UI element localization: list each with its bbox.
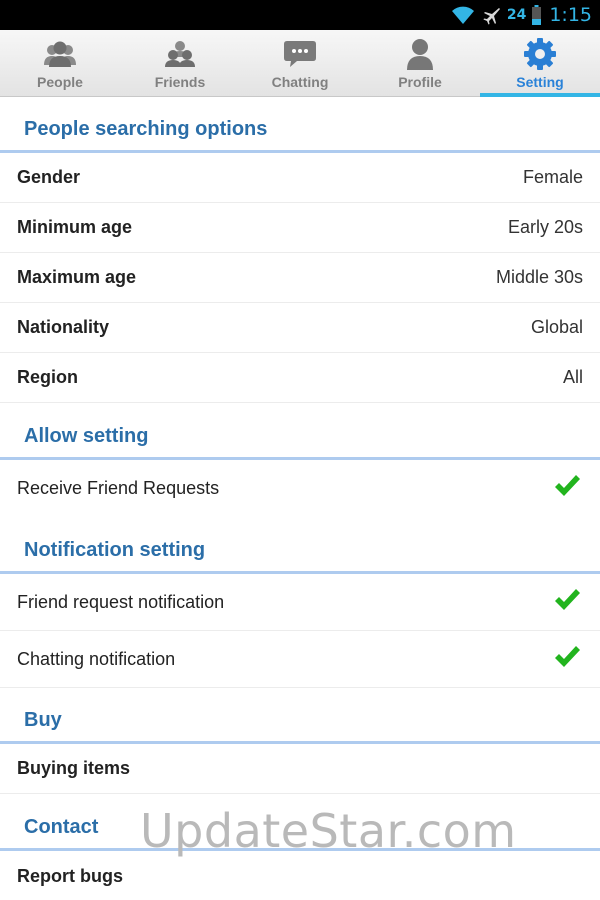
setting-label: Nationality bbox=[17, 317, 110, 337]
setting-label: Gender bbox=[17, 167, 81, 187]
clock: 1:15 bbox=[549, 4, 592, 26]
setting-row-buying-items[interactable]: Buying items bbox=[0, 744, 600, 794]
setting-row-friend-request-notification[interactable]: Friend request notification bbox=[0, 574, 600, 631]
tab-friends[interactable]: Friends bbox=[120, 30, 240, 96]
gear-icon bbox=[523, 37, 557, 71]
section-header-search: People searching options bbox=[0, 97, 600, 153]
check-icon[interactable] bbox=[553, 643, 583, 676]
tab-profile-label: Profile bbox=[398, 74, 442, 90]
check-icon[interactable] bbox=[553, 586, 583, 619]
airplane-icon bbox=[481, 5, 501, 25]
setting-value: All bbox=[562, 367, 583, 387]
setting-row-chatting-notification[interactable]: Chatting notification bbox=[0, 631, 600, 688]
setting-label: Report bugs bbox=[17, 865, 123, 886]
settings-list: People searching options Gender Female M… bbox=[0, 97, 600, 900]
section-header-contact: Contact bbox=[0, 794, 600, 851]
setting-value: Early 20s bbox=[507, 217, 583, 237]
tab-chatting-label: Chatting bbox=[271, 74, 329, 90]
profile-icon bbox=[403, 37, 437, 71]
setting-row-report-bugs[interactable]: Report bugs bbox=[0, 851, 600, 900]
people-icon bbox=[43, 37, 77, 71]
status-icons: 24 1:15 bbox=[451, 0, 592, 30]
setting-label: Receive Friend Requests bbox=[17, 478, 220, 498]
setting-label: Minimum age bbox=[17, 217, 133, 237]
tab-profile[interactable]: Profile bbox=[360, 30, 480, 96]
chat-bubble-icon bbox=[283, 37, 317, 71]
tab-setting-label: Setting bbox=[516, 74, 564, 90]
tab-bar: People Friends Chatting Profile Setting bbox=[0, 30, 600, 97]
setting-row-nationality[interactable]: Nationality Global bbox=[0, 303, 600, 353]
setting-label: Buying items bbox=[17, 758, 131, 778]
setting-row-minimum-age[interactable]: Minimum age Early 20s bbox=[0, 203, 600, 253]
friends-icon bbox=[163, 37, 197, 71]
tab-people[interactable]: People bbox=[0, 30, 120, 96]
check-icon[interactable] bbox=[553, 472, 583, 505]
wifi-icon bbox=[451, 5, 475, 25]
tab-people-label: People bbox=[37, 74, 83, 90]
setting-row-gender[interactable]: Gender Female bbox=[0, 153, 600, 203]
setting-row-maximum-age[interactable]: Maximum age Middle 30s bbox=[0, 253, 600, 303]
setting-value: Female bbox=[522, 167, 583, 187]
section-header-buy: Buy bbox=[0, 688, 600, 744]
setting-row-region[interactable]: Region All bbox=[0, 353, 600, 403]
setting-label: Maximum age bbox=[17, 267, 137, 287]
section-header-allow: Allow setting bbox=[0, 403, 600, 460]
setting-value: Middle 30s bbox=[495, 267, 583, 287]
setting-label: Chatting notification bbox=[17, 648, 176, 669]
battery-level: 24 bbox=[506, 7, 527, 23]
battery-icon bbox=[532, 5, 542, 25]
setting-label: Friend request notification bbox=[17, 591, 225, 612]
tab-chatting[interactable]: Chatting bbox=[240, 30, 360, 96]
setting-label: Region bbox=[17, 367, 78, 387]
status-bar: 24 1:15 bbox=[0, 0, 600, 30]
tab-friends-label: Friends bbox=[154, 74, 206, 90]
section-header-notification: Notification setting bbox=[0, 517, 600, 574]
setting-value: Global bbox=[530, 317, 583, 337]
setting-row-receive-friend-requests[interactable]: Receive Friend Requests bbox=[0, 460, 600, 517]
tab-setting[interactable]: Setting bbox=[480, 30, 600, 97]
